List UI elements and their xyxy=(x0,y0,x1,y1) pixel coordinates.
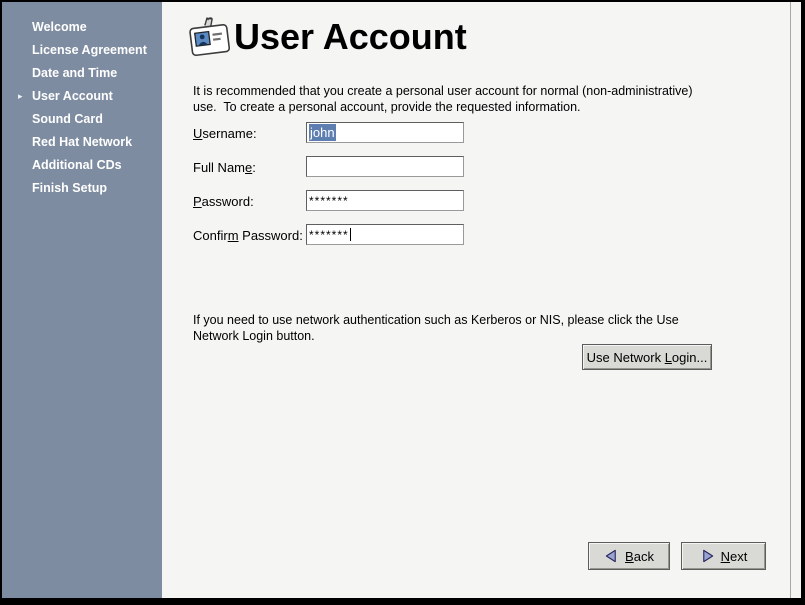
username-input[interactable]: john xyxy=(306,122,464,143)
sidebar-item-sound-card[interactable]: Sound Card xyxy=(2,108,162,131)
password-label: Password: xyxy=(193,194,254,209)
full-name-input[interactable] xyxy=(306,156,464,177)
network-auth-text: If you need to use network authenticatio… xyxy=(193,312,703,345)
sidebar-item-license-agreement[interactable]: License Agreement xyxy=(2,39,162,62)
setup-agent-window: Welcome License Agreement Date and Time … xyxy=(2,2,801,598)
window-right-bevel xyxy=(790,2,791,598)
sidebar-item-label: Finish Setup xyxy=(32,181,107,195)
sidebar-item-user-account[interactable]: ▸ User Account xyxy=(2,85,162,108)
confirm-password-input[interactable]: ******* xyxy=(306,224,464,245)
sidebar-item-label: User Account xyxy=(32,89,113,103)
full-name-label: Full Name: xyxy=(193,160,256,175)
confirm-password-label: Confirm Password: xyxy=(193,228,303,243)
sidebar-item-label: License Agreement xyxy=(32,43,147,57)
main-content: User Account It is recommended that you … xyxy=(162,2,801,598)
next-arrow-icon xyxy=(700,549,715,563)
sidebar-item-additional-cds[interactable]: Additional CDs xyxy=(2,154,162,177)
sidebar-item-red-hat-network[interactable]: Red Hat Network xyxy=(2,131,162,154)
sidebar-item-finish-setup[interactable]: Finish Setup xyxy=(2,177,162,200)
use-network-login-button[interactable]: Use Network Login... xyxy=(582,344,712,370)
sidebar-item-welcome[interactable]: Welcome xyxy=(2,16,162,39)
password-input[interactable]: ******* xyxy=(306,190,464,211)
sidebar-item-date-and-time[interactable]: Date and Time xyxy=(2,62,162,85)
page-title: User Account xyxy=(234,16,467,58)
button-label: Back xyxy=(625,549,654,564)
sidebar-item-label: Sound Card xyxy=(32,112,103,126)
back-arrow-icon xyxy=(604,549,619,563)
sidebar-item-label: Red Hat Network xyxy=(32,135,132,149)
next-button[interactable]: Next xyxy=(681,542,766,570)
sidebar: Welcome License Agreement Date and Time … xyxy=(2,2,162,598)
text-caret xyxy=(350,228,351,241)
button-label: Use Network Login... xyxy=(587,350,708,365)
active-step-arrow-icon: ▸ xyxy=(18,85,23,108)
sidebar-item-label: Date and Time xyxy=(32,66,117,80)
intro-text: It is recommended that you create a pers… xyxy=(193,83,701,116)
button-label: Next xyxy=(721,549,748,564)
id-badge-icon xyxy=(186,13,234,65)
screen: Welcome License Agreement Date and Time … xyxy=(0,0,805,605)
sidebar-item-label: Welcome xyxy=(32,20,87,34)
selected-text: john xyxy=(309,124,336,141)
sidebar-item-label: Additional CDs xyxy=(32,158,122,172)
username-label: Username: xyxy=(193,126,257,141)
back-button[interactable]: Back xyxy=(588,542,670,570)
